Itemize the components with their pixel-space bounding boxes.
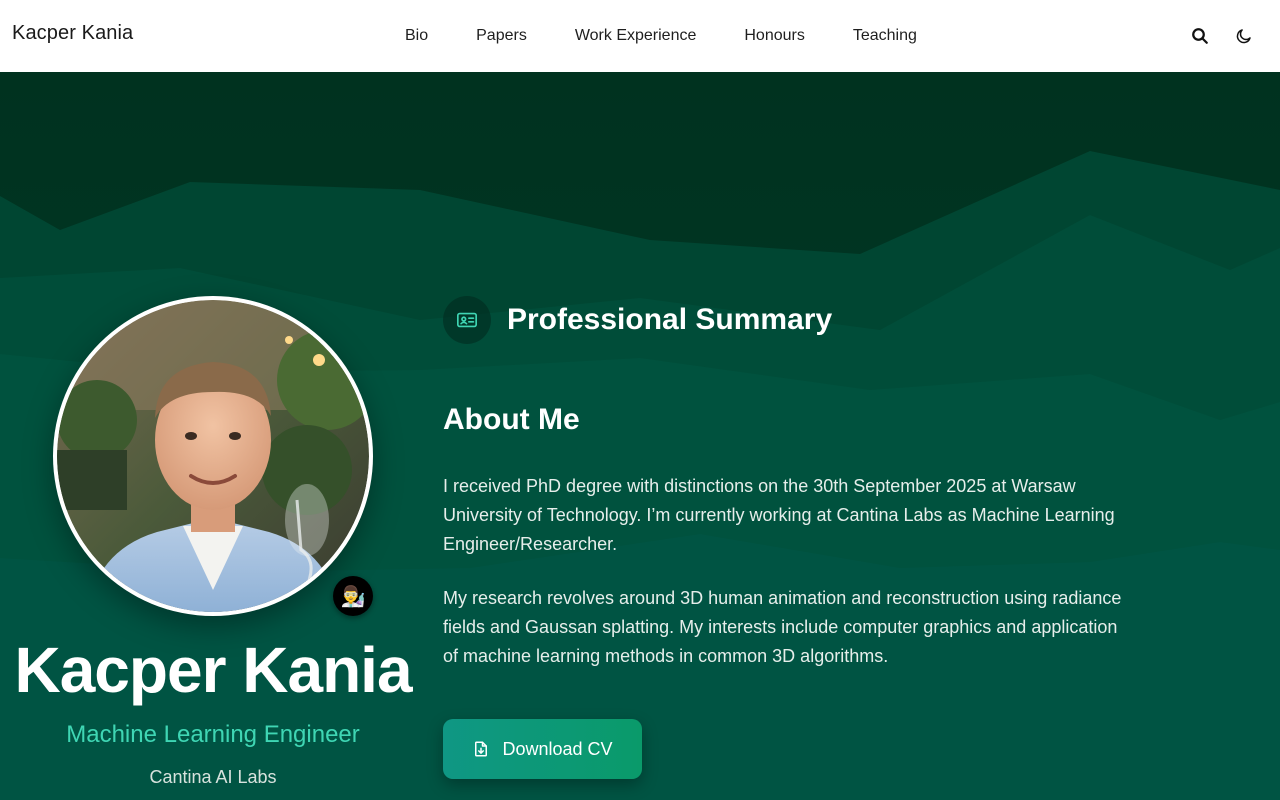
- section-title: Professional Summary: [507, 303, 833, 336]
- site-brand[interactable]: Kacper Kania: [12, 22, 133, 45]
- download-cv-label: Download CV: [502, 738, 613, 759]
- file-download-icon: [472, 740, 490, 758]
- about-paragraph-1: I received PhD degree with distinctions …: [443, 476, 1115, 554]
- scientist-emoji: 👨‍🔬: [340, 585, 366, 608]
- profile-name: Kacper Kania: [14, 634, 412, 706]
- profile-role: Machine Learning Engineer: [66, 721, 360, 748]
- theme-toggle-button[interactable]: [1232, 24, 1256, 48]
- about-heading: About Me: [443, 403, 580, 436]
- main-nav: Bio Papers Work Experience Honours Teach…: [381, 0, 941, 72]
- search-icon: [1192, 28, 1208, 44]
- search-button[interactable]: [1188, 24, 1212, 48]
- nav-link-bio[interactable]: Bio: [381, 27, 452, 45]
- id-card-icon: [457, 312, 477, 328]
- profile-photo: [57, 300, 369, 612]
- profile-organization: Cantina AI Labs: [149, 767, 277, 787]
- about-paragraph-2: My research revolves around 3D human ani…: [443, 588, 1122, 666]
- download-cv-button[interactable]: Download CV: [443, 719, 642, 779]
- summary-section-icon: [443, 296, 491, 344]
- nav-link-honours[interactable]: Honours: [720, 27, 828, 45]
- nav-link-teaching[interactable]: Teaching: [829, 27, 941, 45]
- nav-link-work-experience[interactable]: Work Experience: [551, 27, 721, 45]
- moon-icon: [1236, 29, 1251, 44]
- nav-link-papers[interactable]: Papers: [452, 27, 551, 45]
- navbar: Kacper Kania Bio Papers Work Experience …: [0, 0, 1280, 72]
- status-badge: 👨‍🔬: [333, 576, 373, 616]
- profile-avatar: [53, 296, 373, 616]
